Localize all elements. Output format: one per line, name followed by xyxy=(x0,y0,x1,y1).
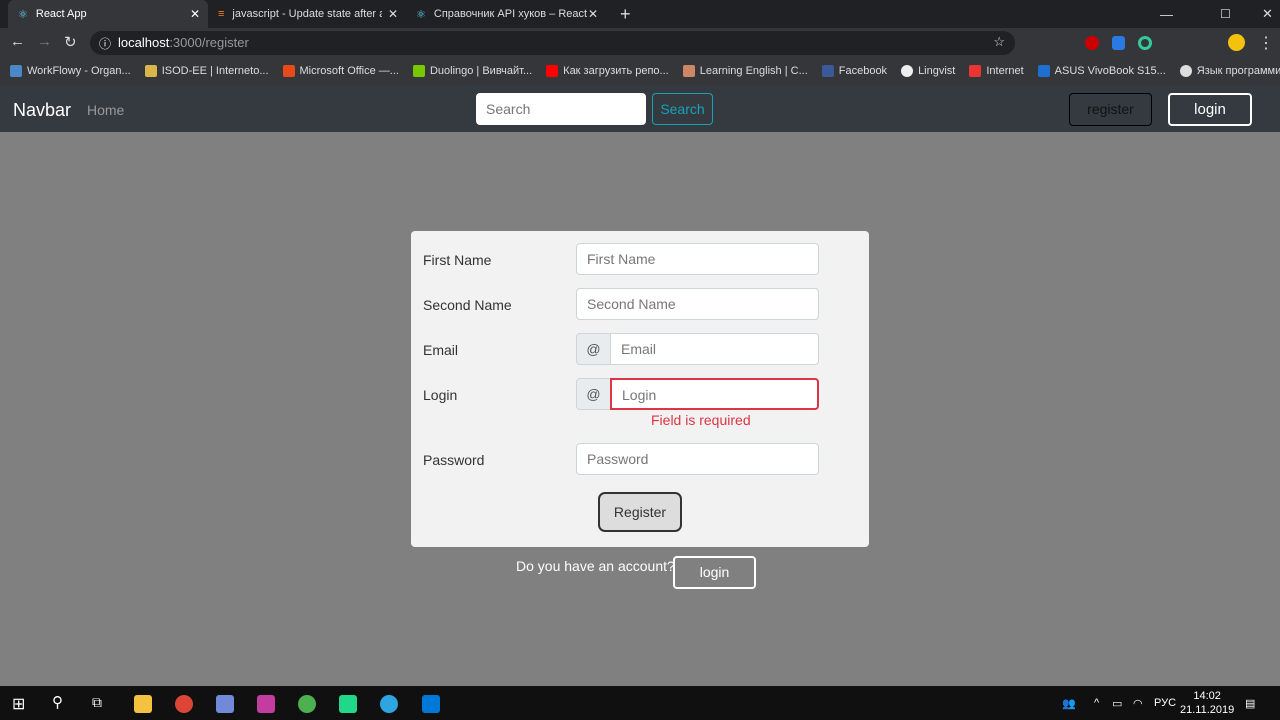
email-input[interactable]: Email xyxy=(610,333,819,365)
login-input[interactable]: Login xyxy=(610,378,819,410)
password-input[interactable]: Password xyxy=(576,443,819,475)
adblock-icon[interactable] xyxy=(1085,36,1099,50)
address-bar-row: ← → ↻ ⓘ localhost:3000/register ☆ ⋮ xyxy=(0,28,1280,57)
menu-icon[interactable]: ⋮ xyxy=(1258,33,1274,53)
login-prefix: @ xyxy=(576,378,611,410)
nav-home-link[interactable]: Home xyxy=(87,102,124,118)
bookmark[interactable]: Lingvist xyxy=(901,65,955,77)
new-tab-button[interactable]: + xyxy=(610,0,641,28)
bookmark[interactable]: Facebook xyxy=(821,65,887,77)
bookmark[interactable]: Learning English | C... xyxy=(682,65,808,77)
email-prefix: @ xyxy=(576,333,611,365)
login-label: Login xyxy=(423,387,458,403)
people-icon[interactable]: 👥 xyxy=(1062,697,1076,710)
search-button[interactable]: Search xyxy=(652,93,713,125)
info-icon: ⓘ xyxy=(99,37,112,51)
notifications-icon[interactable]: ▤ xyxy=(1245,697,1255,710)
password-label: Password xyxy=(423,452,485,468)
vscode-icon[interactable] xyxy=(422,695,440,713)
close-tab-icon[interactable]: ✕ xyxy=(190,7,200,21)
shield-extension-icon[interactable] xyxy=(1112,36,1125,50)
first-name-label: First Name xyxy=(423,252,492,268)
second-name-label: Second Name xyxy=(423,297,512,313)
submit-register-button[interactable]: Register xyxy=(598,492,682,532)
tab-react-hooks[interactable]: ⚛ Справочник API хуков – React ✕ xyxy=(406,0,606,28)
wifi-icon[interactable]: ◠ xyxy=(1133,697,1143,710)
pycharm-icon[interactable] xyxy=(339,695,357,713)
email-label: Email xyxy=(423,342,459,358)
navbar-brand[interactable]: Navbar xyxy=(13,100,71,121)
bookmark[interactable]: ISOD-EE | Interneto... xyxy=(144,65,269,77)
battery-icon[interactable]: ▭ xyxy=(1112,697,1122,710)
bookmark[interactable]: Как загрузить репо... xyxy=(546,65,669,77)
login-error: Field is required xyxy=(651,412,751,428)
bookmarks-bar: WorkFlowy - Organ... ISOD-EE | Interneto… xyxy=(0,57,1280,85)
intellij-icon[interactable] xyxy=(257,695,275,713)
close-tab-icon[interactable]: ✕ xyxy=(588,7,598,21)
language-indicator[interactable]: РУС xyxy=(1154,697,1176,709)
tray-chevron-icon[interactable]: ^ xyxy=(1094,697,1099,709)
back-icon[interactable]: ← xyxy=(10,33,25,50)
url-input[interactable]: ⓘ localhost:3000/register ☆ xyxy=(90,31,1015,55)
account-question: Do you have an account? xyxy=(516,558,675,574)
react-icon: ⚛ xyxy=(416,8,426,21)
bookmark[interactable]: ASUS VivoBook S15... xyxy=(1037,65,1166,77)
extension-icon[interactable] xyxy=(1138,36,1152,50)
bookmark[interactable]: Microsoft Office —... xyxy=(282,65,399,77)
first-name-input[interactable]: First Name xyxy=(576,243,819,275)
footer-login-button[interactable]: login xyxy=(673,556,756,589)
stackoverflow-icon: ≡ xyxy=(218,8,225,20)
bookmark[interactable]: Duolingo | Вивчайт... xyxy=(412,65,532,77)
clock[interactable]: 14:02 21.11.2019 xyxy=(1180,689,1234,717)
bookmark[interactable]: WorkFlowy - Organ... xyxy=(10,65,131,77)
tab-react-app[interactable]: ⚛ React App ✕ xyxy=(8,0,208,28)
login-button[interactable]: login xyxy=(1168,93,1252,126)
navbar: Navbar Home Search register login xyxy=(0,85,1280,132)
register-button[interactable]: register xyxy=(1069,93,1152,126)
maximize-button[interactable]: ☐ xyxy=(1210,0,1241,28)
second-name-input[interactable]: Second Name xyxy=(576,288,819,320)
bookmark[interactable]: Internet xyxy=(969,65,1024,77)
file-explorer-icon[interactable] xyxy=(134,695,152,713)
bookmark[interactable]: Язык программир... xyxy=(1179,65,1280,77)
tab-strip: ⚛ React App ✕ ≡ javascript - Update state a… xyxy=(0,0,1280,28)
react-icon: ⚛ xyxy=(18,8,28,21)
close-tab-icon[interactable]: ✕ xyxy=(388,7,398,21)
taskbar: ⊞ ⚲ ⧉ 👥 ^ ▭ ◠ РУС 14:02 21.11.2019 ▤ xyxy=(0,686,1280,720)
app-icon[interactable] xyxy=(298,695,316,713)
register-form: First Name First Name Second Name Second… xyxy=(411,231,869,547)
forward-icon[interactable]: → xyxy=(37,33,52,50)
star-icon[interactable]: ☆ xyxy=(993,34,1005,50)
windows-start-icon[interactable]: ⊞ xyxy=(12,694,25,714)
tab-stackoverflow[interactable]: ≡ javascript - Update state after axi ✕ xyxy=(208,0,406,28)
reload-icon[interactable]: ↻ xyxy=(64,33,77,51)
telegram-icon[interactable] xyxy=(380,695,398,713)
close-window-button[interactable]: ✕ xyxy=(1252,0,1280,28)
minimize-button[interactable]: — xyxy=(1150,0,1183,28)
task-view-icon[interactable]: ⧉ xyxy=(92,694,102,711)
avatar[interactable] xyxy=(1228,34,1245,51)
chrome-icon[interactable] xyxy=(175,695,193,713)
discord-icon[interactable] xyxy=(216,695,234,713)
search-icon[interactable]: ⚲ xyxy=(52,693,63,711)
search-input[interactable] xyxy=(476,93,646,125)
